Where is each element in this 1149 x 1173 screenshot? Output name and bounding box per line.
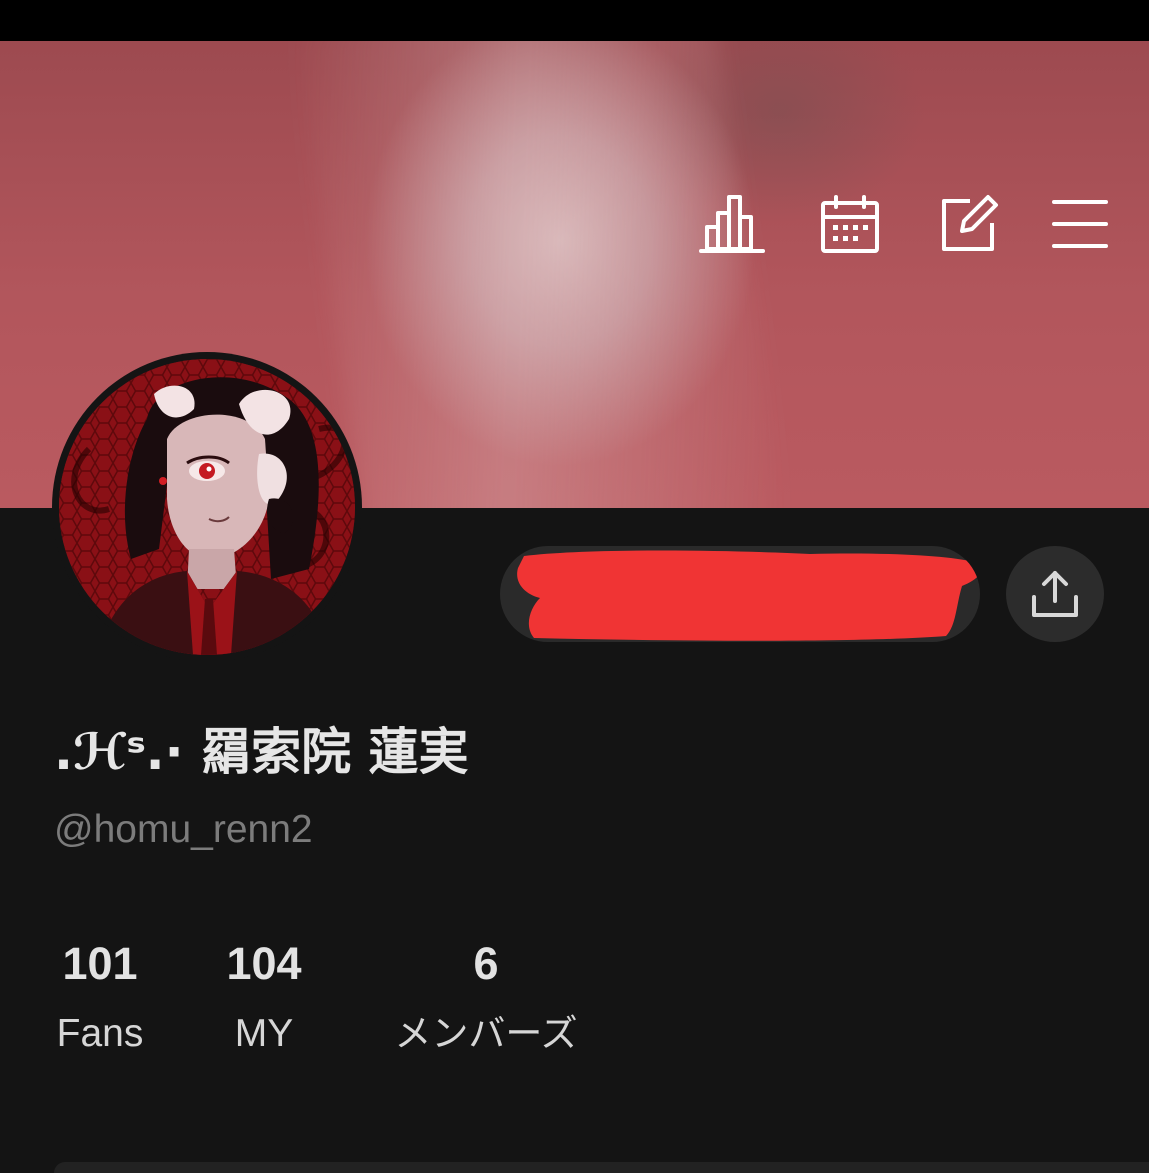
my-count: 104 xyxy=(226,938,302,989)
share-button[interactable] xyxy=(1006,546,1104,642)
stats-icon[interactable] xyxy=(699,191,765,257)
calendar-icon[interactable] xyxy=(817,191,883,257)
stat-members[interactable]: 6 メンバーズ xyxy=(384,940,588,1058)
avatar-image xyxy=(59,359,355,655)
stat-my[interactable]: 104 MY xyxy=(214,940,314,1058)
edit-icon[interactable] xyxy=(936,191,1002,257)
my-label: MY xyxy=(234,1012,294,1055)
menu-icon[interactable] xyxy=(1048,191,1114,257)
display-name: .ℋˢ.· 羂索院 蓮実 xyxy=(54,723,469,781)
members-count: 6 xyxy=(473,938,499,989)
follow-button[interactable] xyxy=(500,546,980,642)
fans-count: 101 xyxy=(62,938,138,989)
stat-fans[interactable]: 101 Fans xyxy=(50,940,150,1058)
next-section-edge xyxy=(54,1162,1149,1173)
avatar[interactable] xyxy=(52,352,362,662)
status-bar xyxy=(0,0,1149,41)
redaction-mark xyxy=(517,550,980,641)
profile-screen: .ℋˢ.· 羂索院 蓮実 @homu_renn2 101 Fans 104 MY… xyxy=(0,0,1149,1173)
username: @homu_renn2 xyxy=(54,808,313,851)
share-icon xyxy=(1032,571,1078,617)
fans-label: Fans xyxy=(56,1012,144,1055)
banner-light-streak xyxy=(293,41,787,508)
members-label: メンバーズ xyxy=(394,1012,578,1055)
